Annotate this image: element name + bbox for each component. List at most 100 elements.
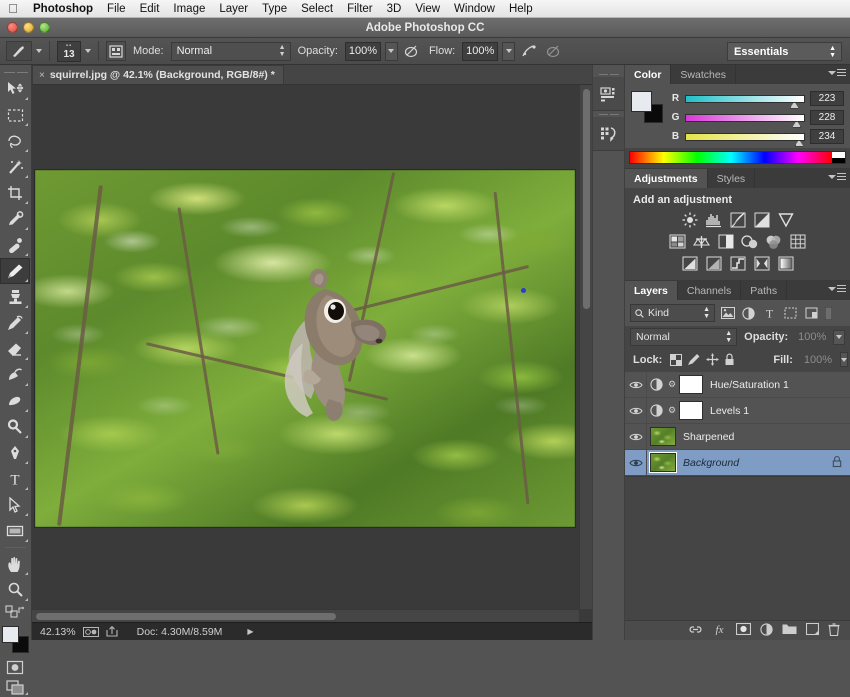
spectrum-white-black[interactable] [832,152,845,163]
lock-transparent-icon[interactable] [670,351,683,368]
color-balance-icon[interactable] [693,233,710,250]
channel-value-b[interactable]: 234 [810,129,844,144]
pixel-filter-icon[interactable] [719,305,736,322]
hue-saturation-icon[interactable] [669,233,686,250]
blend-mode-select[interactable]: Normal ▲ ▼ [170,41,291,61]
layer-name[interactable]: Background [683,457,739,469]
menu-item-type[interactable]: Type [255,0,294,18]
brush-size-dropdown-icon[interactable] [85,49,91,53]
brush-tool[interactable] [0,258,30,284]
type-filter-icon[interactable]: T [761,305,778,322]
menu-item-photoshop[interactable]: Photoshop [26,0,100,18]
layer-name[interactable]: Hue/Saturation 1 [710,379,789,391]
fill-stepper[interactable] [840,352,849,367]
tab-layers[interactable]: Layers [625,281,678,300]
delete-layer-icon[interactable] [828,622,840,639]
color-spectrum-ramp[interactable] [629,151,846,164]
link-layers-icon[interactable] [688,624,703,638]
status-menu-arrow-icon[interactable]: ▶ [247,627,253,636]
foreground-color-swatch[interactable] [2,626,19,643]
layer-opacity-value[interactable]: 100% [795,331,829,343]
new-layer-icon[interactable] [805,622,820,638]
marquee-tool[interactable] [0,102,30,128]
pen-tool[interactable] [0,440,30,466]
menu-item-file[interactable]: File [100,0,133,18]
spectrum-bar[interactable] [630,152,832,163]
healing-brush-tool[interactable] [0,232,30,258]
vibrance-icon[interactable] [777,211,794,228]
zoom-tool[interactable] [0,577,30,603]
close-icon[interactable]: × [39,70,45,81]
lock-all-icon[interactable] [724,351,735,368]
toolbar-grip[interactable] [0,69,31,76]
brush-preset-preview[interactable] [6,41,32,61]
shape-filter-icon[interactable] [782,305,799,322]
tab-swatches[interactable]: Swatches [671,65,736,84]
layer-visibility-toggle[interactable] [625,424,647,449]
tab-styles[interactable]: Styles [708,169,756,188]
slider-knob-r[interactable] [789,101,799,109]
scrollbar-thumb[interactable] [583,89,590,309]
panel-menu-button[interactable] [828,285,846,292]
slider-track-b[interactable] [685,132,805,147]
airbrush-icon[interactable] [519,41,539,61]
opacity-pressure-icon[interactable] [402,41,422,61]
exposure-icon[interactable] [753,211,770,228]
zoom-button[interactable] [39,22,50,33]
history-brush-tool[interactable] [0,310,30,336]
clone-stamp-tool[interactable] [0,284,30,310]
close-button[interactable] [7,22,18,33]
tab-paths[interactable]: Paths [741,281,788,300]
canvas-vertical-scrollbar[interactable] [579,85,592,609]
slider-knob-g[interactable] [792,120,802,128]
document-tab[interactable]: × squirrel.jpg @ 42.1% (Background, RGB/… [32,65,284,84]
table-row[interactable]: Sharpened [625,424,850,450]
layer-thumbnail[interactable] [649,452,677,473]
invert-icon[interactable] [681,255,698,272]
menu-item-edit[interactable]: Edit [133,0,167,18]
channel-mixer-icon[interactable] [765,233,782,250]
panel-menu-button[interactable] [828,173,846,180]
layer-visibility-toggle[interactable] [625,398,647,423]
layer-mask-link-icon[interactable]: ⚙ [665,379,679,390]
smart-object-filter-icon[interactable] [803,305,820,322]
minimize-button[interactable] [23,22,34,33]
lock-position-icon[interactable] [706,351,719,368]
fill-value[interactable]: 100% [801,354,835,366]
layer-visibility-toggle[interactable] [625,372,647,397]
layer-opacity-stepper[interactable] [833,329,845,345]
layer-blend-mode-select[interactable]: Normal ▲ ▼ [630,328,738,346]
color-lookup-icon[interactable] [789,233,806,250]
menu-item-window[interactable]: Window [447,0,502,18]
menu-item-image[interactable]: Image [166,0,212,18]
adjustment-filter-icon[interactable] [740,305,757,322]
apple-logo-icon[interactable]:  [0,2,26,15]
menu-item-filter[interactable]: Filter [340,0,380,18]
dodge-tool[interactable] [0,414,30,440]
gradient-map-icon[interactable] [777,255,794,272]
new-group-icon[interactable] [782,623,797,638]
channel-value-r[interactable]: 223 [810,91,844,106]
menu-item-layer[interactable]: Layer [212,0,255,18]
levels-icon[interactable] [705,211,722,228]
swap-colors-icon[interactable] [0,603,30,621]
share-icon[interactable] [106,626,118,637]
photo-filter-icon[interactable] [741,233,758,250]
curves-icon[interactable] [729,211,746,228]
document-image[interactable]: GET PCS FILE [35,170,575,527]
eyedropper-tool[interactable] [0,206,30,232]
layer-style-fx-icon[interactable]: fx [712,623,727,638]
history-panel-icon[interactable] [593,77,624,111]
layer-name[interactable]: Levels 1 [710,405,749,417]
tablet-pressure-size-icon[interactable] [106,41,126,61]
flow-field[interactable]: 100% [462,41,499,61]
crop-tool[interactable] [0,180,30,206]
tablet-pressure-opacity-icon[interactable] [543,41,563,61]
flow-stepper[interactable] [502,41,516,61]
path-selection-tool[interactable] [0,492,30,518]
blur-tool[interactable] [0,388,30,414]
lasso-tool[interactable] [0,128,30,154]
properties-panel-icon[interactable] [593,117,624,151]
lock-image-icon[interactable] [687,351,701,368]
brush-size-field[interactable]: ▪▪ 13 [57,40,81,62]
